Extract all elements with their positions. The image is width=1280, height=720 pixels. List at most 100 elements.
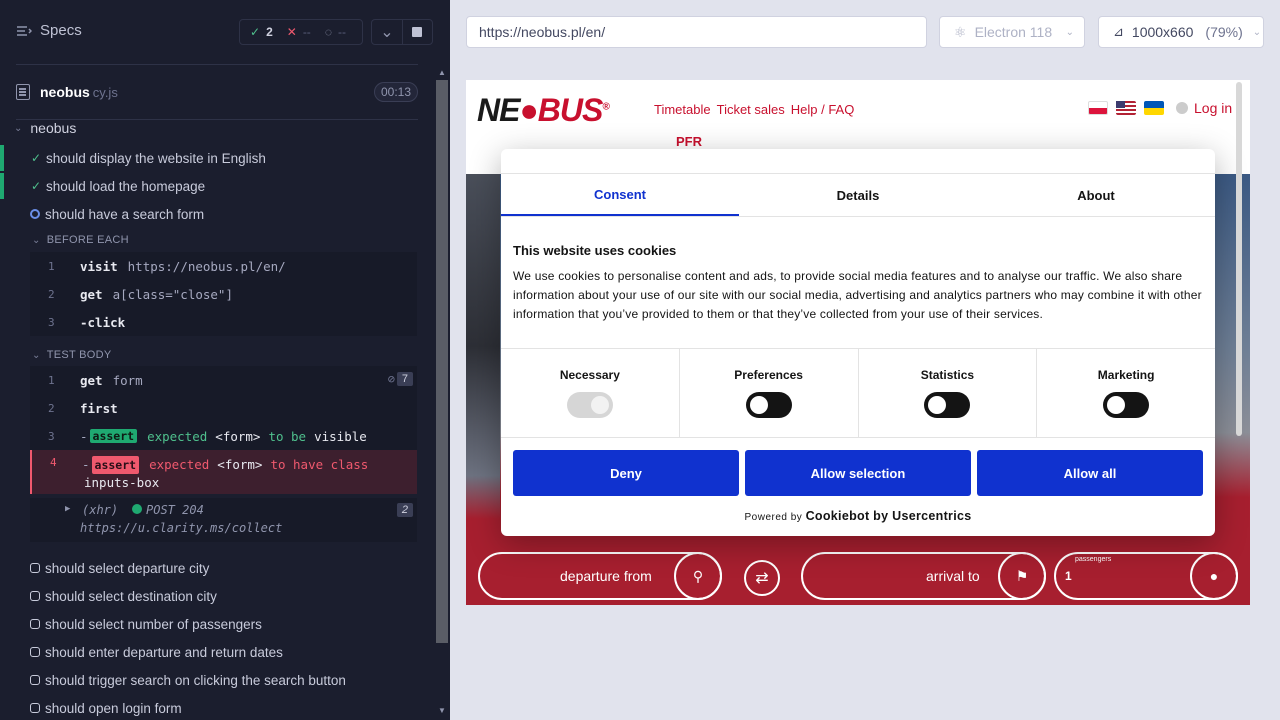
- app-under-test: NE●BUS® Timetable Ticket sales Help / FA…: [466, 80, 1250, 605]
- specs-label: Specs: [40, 22, 82, 39]
- pending-icon: [30, 647, 40, 657]
- allow-all-button[interactable]: Allow all: [977, 450, 1203, 496]
- suite-title[interactable]: ⌄ neobus: [14, 120, 76, 136]
- deny-button[interactable]: Deny: [513, 450, 739, 496]
- category-label: Statistics: [920, 368, 975, 382]
- dash: -: [82, 457, 90, 472]
- test-row[interactable]: should select destination city: [0, 583, 430, 609]
- eye-slash-icon: ⊘: [387, 372, 395, 386]
- url-bar[interactable]: https://neobus.pl/en/: [466, 16, 927, 48]
- failed-count: --: [302, 25, 311, 39]
- browser-selector[interactable]: ⚛ Electron 118 ⌄: [939, 16, 1085, 48]
- swap-icon[interactable]: ⇄: [744, 560, 780, 596]
- xhr-url: https://u.clarity.ms/collect: [80, 521, 283, 535]
- before-each-label[interactable]: ⌄ BEFORE EACH: [32, 234, 129, 246]
- test-title: should trigger search on clicking the se…: [45, 672, 346, 688]
- spec-duration: 00:13: [373, 82, 418, 102]
- usa-flag-icon[interactable]: [1116, 101, 1136, 115]
- command-arg: https://neobus.pl/en/: [127, 258, 286, 274]
- command-number: 2: [48, 287, 55, 301]
- test-title: should have a search form: [45, 206, 205, 222]
- powered-prefix: Powered by: [744, 512, 803, 523]
- statistics-toggle[interactable]: [924, 392, 971, 418]
- command-row[interactable]: 2 get a[class="close"]: [30, 280, 417, 308]
- allow-selection-button[interactable]: Allow selection: [745, 450, 971, 496]
- test-title: should open login form: [45, 700, 182, 716]
- passengers-field[interactable]: passengers 1 ●: [1054, 552, 1238, 600]
- command-row-failed[interactable]: 4 - assert expected <form> to have class…: [30, 450, 417, 494]
- test-row[interactable]: should select number of passengers: [0, 611, 430, 637]
- test-row[interactable]: ✓ should load the homepage: [0, 173, 430, 199]
- scroll-up-icon[interactable]: ▲: [436, 68, 448, 77]
- tab-about[interactable]: About: [977, 174, 1215, 216]
- test-row[interactable]: should have a search form: [0, 201, 430, 227]
- marketing-toggle[interactable]: [1103, 392, 1150, 418]
- command-row[interactable]: 1 visit https://neobus.pl/en/: [30, 252, 417, 280]
- command-name: get: [80, 286, 103, 302]
- test-row[interactable]: should open login form: [0, 695, 430, 720]
- test-row[interactable]: ✓ should display the website in English: [0, 145, 430, 171]
- viewport-selector[interactable]: ⊿ 1000x660 (79%) ⌄: [1098, 16, 1264, 48]
- nav-help[interactable]: Help / FAQ: [791, 102, 855, 117]
- url-text: https://neobus.pl/en/: [479, 24, 606, 40]
- passengers-label: passengers: [1075, 556, 1112, 563]
- command-number: 3: [48, 315, 55, 329]
- xhr-label: (xhr): [82, 503, 119, 517]
- test-title: should select number of passengers: [45, 616, 262, 632]
- cookiebot-credit[interactable]: Powered by Cookiebot by Usercentrics: [501, 509, 1215, 523]
- menu-icon: [17, 25, 32, 36]
- test-body-label[interactable]: ⌄ TEST BODY: [32, 349, 112, 361]
- preferences-toggle[interactable]: [745, 392, 792, 418]
- test-row[interactable]: should enter departure and return dates: [0, 639, 430, 665]
- departure-field[interactable]: departure from ⚲: [478, 552, 722, 600]
- specs-toggle[interactable]: Specs: [16, 22, 82, 39]
- command-row[interactable]: 3 - assert expected <form> to be visible: [30, 422, 417, 450]
- xhr-log[interactable]: ▶ (xhr) POST 204 https://u.clarity.ms/co…: [30, 498, 417, 542]
- test-stats: ✓ 2 ✕ -- ◌ --: [239, 19, 363, 45]
- nav-timetable[interactable]: Timetable: [654, 102, 711, 117]
- element-count-badge: 7: [396, 372, 413, 386]
- assert-text: expected: [149, 457, 210, 472]
- command-list: 1 get form ⊘ 7 2 first 3 - assert expect…: [30, 366, 417, 494]
- stop-button[interactable]: [401, 20, 432, 44]
- scrollbar-thumb[interactable]: [436, 80, 448, 643]
- nav-ticket-sales[interactable]: Ticket sales: [717, 102, 785, 117]
- cookie-tabs: Consent Details About: [501, 173, 1215, 217]
- test-row[interactable]: should trigger search on clicking the se…: [0, 667, 430, 693]
- reporter-panel: Specs ✓ 2 ✕ -- ◌ -- ⌄ neobus cy.js 00:13…: [0, 0, 450, 720]
- login-label: Log in: [1194, 100, 1233, 116]
- dash: -: [80, 428, 88, 444]
- category-marketing: Marketing: [1036, 349, 1215, 437]
- tab-details[interactable]: Details: [739, 174, 977, 216]
- neobus-logo[interactable]: NE●BUS®: [477, 92, 610, 129]
- login-link[interactable]: Log in: [1176, 100, 1232, 116]
- passengers-value: 1: [1065, 569, 1072, 583]
- runner-panel: https://neobus.pl/en/ ⚛ Electron 118 ⌄ ⊿…: [450, 0, 1280, 720]
- assert-code: visible: [314, 428, 367, 444]
- command-name: visit: [80, 258, 118, 274]
- spec-file-header[interactable]: neobus cy.js 00:13: [16, 80, 418, 104]
- chevron-down-icon[interactable]: ⌄: [372, 20, 402, 44]
- pfr-logo: PFR: [676, 133, 702, 149]
- check-icon: ✓: [250, 25, 261, 39]
- ukraine-flag-icon[interactable]: [1144, 101, 1164, 115]
- command-row[interactable]: 1 get form ⊘ 7: [30, 366, 417, 394]
- test-title: should select departure city: [45, 560, 210, 576]
- test-title: should display the website in English: [46, 150, 266, 166]
- scroll-down-icon[interactable]: ▼: [436, 706, 448, 715]
- tab-consent[interactable]: Consent: [501, 174, 739, 216]
- category-label: Preferences: [734, 368, 803, 382]
- command-row[interactable]: 2 first: [30, 394, 417, 422]
- test-title: should select destination city: [45, 588, 217, 604]
- cookie-body: We use cookies to personalise content an…: [513, 269, 1202, 321]
- user-icon: [1176, 102, 1188, 114]
- logo-text: BUS: [537, 92, 604, 128]
- aut-scrollbar[interactable]: [1236, 82, 1242, 436]
- logo-o-icon: ●: [519, 92, 538, 128]
- test-row[interactable]: should select departure city: [0, 555, 430, 581]
- poland-flag-icon[interactable]: [1088, 101, 1108, 115]
- command-row[interactable]: 3 -click: [30, 308, 417, 336]
- arrival-field[interactable]: arrival to ⚑: [801, 552, 1046, 600]
- pending-count: --: [337, 25, 346, 39]
- check-icon: ✓: [30, 179, 42, 193]
